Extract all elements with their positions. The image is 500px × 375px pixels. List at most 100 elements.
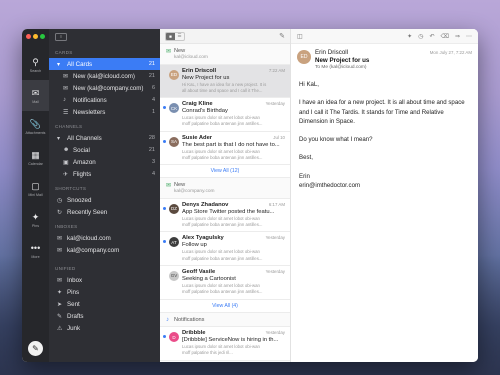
newsletter-icon: ☰ <box>63 109 69 116</box>
greeting: Hi KaL, <box>299 81 319 88</box>
envelope-icon: ✉ <box>57 235 63 242</box>
clock-icon: ◷ <box>57 197 63 204</box>
group-header-new-company[interactable]: ✉ New kal@company.com <box>160 178 290 199</box>
pin-icon[interactable]: ✦ <box>407 33 412 40</box>
close-window-button[interactable] <box>26 34 31 39</box>
message-row[interactable]: DZ Denys Zhadanov 6:17 AM App Store Twit… <box>160 198 290 233</box>
envelope-icon: ✉ <box>57 247 63 254</box>
reply-icon[interactable]: ↶ <box>429 33 434 40</box>
envelope-icon: ✉ <box>166 183 172 190</box>
group-header-new-icloud[interactable]: ✉ New kal@icloud.com <box>160 44 290 65</box>
sidebar-item-all-cards[interactable]: ▾ All Cards 21 <box>49 58 160 70</box>
cards-section-header: CARDS <box>55 50 73 55</box>
shortcuts-section-header: SHORTCUTS <box>55 186 87 191</box>
sidebar-item-social[interactable]: ☻ Social 21 <box>49 144 160 156</box>
rail-attachments[interactable]: 📎 Attachments <box>22 111 49 142</box>
list-view-icon[interactable]: ☰ <box>175 33 184 40</box>
message-row[interactable]: ED Erin Driscoll 7:22 AM New Project for… <box>160 64 290 99</box>
avatar: CK <box>169 103 179 114</box>
calendar-icon: ▦ <box>31 149 40 160</box>
sidebar-item-notifications[interactable]: ♪ Notifications 4 <box>49 94 160 106</box>
reading-pane: ◫ ✦ ◷ ↶ ⌫ ⇒ ⋯ ED Erin Driscoll New Proje… <box>291 29 478 362</box>
avatar: AT <box>169 237 179 248</box>
list-view-toggle[interactable]: ■ ☰ <box>165 31 185 41</box>
sidebar-item-all-channels[interactable]: ▾ All Channels 28 <box>49 132 160 144</box>
unread-dot <box>163 335 166 339</box>
message-date: Mon July 27, 7:22 AM <box>429 50 472 55</box>
sidebar-item-flights[interactable]: ✈ Flights 4 <box>49 168 160 180</box>
message-list: ■ ☰ ✎ ✉ New kal@icloud.com ED Erin Drisc… <box>160 29 291 362</box>
rail-more[interactable]: ••• More <box>22 235 49 266</box>
split-view-icon[interactable]: ◫ <box>297 33 303 40</box>
reader-toolbar: ◫ ✦ ◷ ↶ ⌫ ⇒ ⋯ <box>291 29 478 44</box>
rail-pins[interactable]: ✦ Pins <box>22 204 49 235</box>
chevron-down-icon: ▾ <box>57 61 61 68</box>
message-row[interactable]: D Dribbble Yesterday [Dribbble] ServiceN… <box>160 327 290 361</box>
sidebar-item-inbox-icloud[interactable]: ✉ kal@icloud.com <box>49 232 160 244</box>
snooze-icon[interactable]: ◷ <box>418 33 423 40</box>
compose-icon[interactable]: ✎ <box>279 32 285 40</box>
message-row[interactable]: CK Craig Kline Yesterday Conrad's Birthd… <box>160 98 290 132</box>
avatar: SA <box>169 136 179 147</box>
sidebar-item-unified-pins[interactable]: ✦ Pins <box>49 286 160 298</box>
sidebar-item-recently-seen[interactable]: ↻ Recently Seen <box>49 206 160 218</box>
sidebar: ≡ CARDS ▾ All Cards 21 ✉ New (kal@icloud… <box>49 29 160 362</box>
rail-mail[interactable]: ✉ Mail <box>22 80 49 111</box>
unread-dot <box>163 106 166 110</box>
sidebar-item-snoozed[interactable]: ◷ Snoozed <box>49 194 160 206</box>
unified-section-header: UNIFIED <box>55 266 76 271</box>
mail-window: ⚲ Search ✉ Mail 📎 Attachments ▦ Calendar… <box>22 29 478 362</box>
question-paragraph: Do you know what I mean? <box>299 136 373 144</box>
cards-view-icon[interactable]: ■ <box>166 32 175 40</box>
box-icon: ▣ <box>63 159 69 166</box>
folder-icon: ▢ <box>31 180 40 191</box>
sidebar-toggle-button[interactable]: ≡ <box>55 32 67 41</box>
rail-calendar[interactable]: ▦ Calendar <box>22 142 49 173</box>
more-icon[interactable]: ⋯ <box>466 33 472 40</box>
trash-icon: ⚠ <box>57 325 63 332</box>
sidebar-toolbar: ≡ <box>49 29 160 44</box>
rail-search[interactable]: ⚲ Search <box>22 49 49 80</box>
list-toolbar: ■ ☰ ✎ <box>160 29 290 44</box>
send-icon: ➤ <box>57 301 63 308</box>
rail-mini-mail[interactable]: ▢ Mini Mail <box>22 173 49 204</box>
sidebar-item-unified-junk[interactable]: ⚠ Junk <box>49 322 160 334</box>
account-avatar[interactable]: ✎ <box>28 341 43 356</box>
sidebar-item-unified-drafts[interactable]: ✎ Drafts <box>49 310 160 322</box>
view-all-link[interactable]: View All (12) <box>160 165 290 179</box>
reader-actions: ✦ ◷ ↶ ⌫ ⇒ ⋯ <box>407 33 472 40</box>
unread-dot <box>163 240 166 244</box>
group-header-notifications[interactable]: ♪ Notifications <box>160 313 290 328</box>
sidebar-item-new-icloud[interactable]: ✉ New (kal@icloud.com) 21 <box>49 70 160 82</box>
message-row[interactable]: SA Susie Ader Jul 10 The best part is th… <box>160 131 290 166</box>
avatar: GV <box>169 270 179 281</box>
more-icon: ••• <box>30 242 41 253</box>
avatar: DZ <box>169 203 179 214</box>
pin-icon: ✦ <box>31 211 40 222</box>
trash-icon[interactable]: ⌫ <box>440 33 448 40</box>
recipient-line: To Me (kal@icloud.com) <box>315 65 367 70</box>
bell-icon: ♪ <box>63 97 66 103</box>
sidebar-item-unified-sent[interactable]: ➤ Sent <box>49 298 160 310</box>
message-row[interactable]: AT Alex Tyagulsky Yesterday Follow up Lu… <box>160 232 290 266</box>
minimize-window-button[interactable] <box>33 34 38 39</box>
sidebar-item-amazon[interactable]: ▣ Amazon 3 <box>49 156 160 168</box>
signature-email[interactable]: erin@imthedoctor.com <box>299 181 470 190</box>
view-all-link[interactable]: View All (4) <box>160 299 290 313</box>
sidebar-item-new-company[interactable]: ✉ New (kal@company.com) 6 <box>49 82 160 94</box>
channels-section-header: CHANNELS <box>55 124 83 129</box>
move-icon[interactable]: ⇒ <box>455 33 460 40</box>
envelope-icon: ✉ <box>166 49 172 55</box>
history-icon: ↻ <box>57 209 63 216</box>
chevron-down-icon: ▾ <box>57 135 61 142</box>
signature-name: Erin <box>299 172 310 180</box>
unread-dot <box>163 206 166 210</box>
sidebar-item-newsletters[interactable]: ☰ Newsletters 1 <box>49 106 160 118</box>
window-controls <box>26 34 45 39</box>
message-row[interactable]: GV Geoff Vasile Yesterday Seeking a Cart… <box>160 265 290 300</box>
message-header: ED Erin Driscoll New Project for us To M… <box>291 44 478 74</box>
zoom-window-button[interactable] <box>40 34 45 39</box>
sidebar-item-inbox-company[interactable]: ✉ kal@company.com <box>49 244 160 256</box>
sidebar-item-unified-inbox[interactable]: ✉ Inbox <box>49 274 160 286</box>
people-icon: ☻ <box>63 147 70 153</box>
